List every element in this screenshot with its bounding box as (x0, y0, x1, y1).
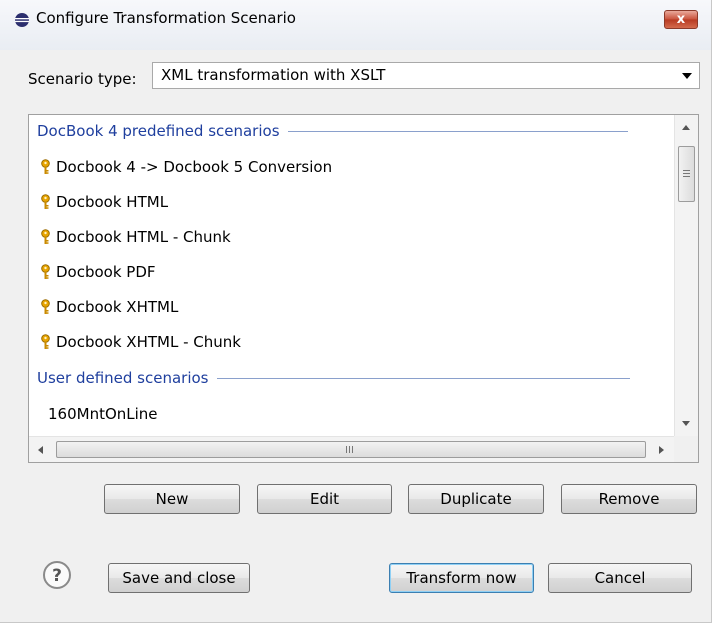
scroll-up-icon[interactable] (682, 125, 690, 130)
grip-line (349, 446, 350, 453)
key-icon (39, 299, 52, 315)
group-divider (216, 377, 630, 379)
scroll-right-icon[interactable] (659, 446, 664, 454)
grip-line (683, 170, 690, 171)
cancel-button[interactable]: Cancel (548, 563, 692, 593)
duplicate-button[interactable]: Duplicate (408, 484, 544, 514)
edit-button[interactable]: Edit (257, 484, 392, 514)
vertical-scroll-thumb[interactable] (678, 146, 695, 202)
help-icon[interactable]: ? (42, 560, 72, 590)
key-icon (39, 334, 52, 350)
save-and-close-button[interactable]: Save and close (108, 563, 250, 593)
list-item[interactable]: Docbook PDF (39, 263, 156, 281)
key-icon (39, 159, 52, 175)
group-divider (287, 130, 628, 132)
eclipse-icon (14, 12, 30, 28)
list-item[interactable]: Docbook 4 -> Docbook 5 Conversion (39, 158, 332, 176)
grip-line (683, 173, 690, 174)
dialog-window: Configure Transformation Scenario x Scen… (0, 0, 712, 623)
list-item[interactable]: 160MntOnLine (48, 405, 158, 423)
close-button[interactable]: x (664, 10, 698, 29)
chevron-down-icon (682, 73, 692, 79)
scenario-type-select[interactable]: XML transformation with XSLT (152, 62, 700, 89)
scenario-type-label: Scenario type: (28, 70, 137, 88)
remove-button[interactable]: Remove (561, 484, 697, 514)
key-icon (39, 264, 52, 280)
scenario-type-value: XML transformation with XSLT (161, 66, 386, 84)
horizontal-scroll-thumb[interactable] (56, 441, 646, 458)
vertical-scrollbar[interactable] (674, 115, 698, 436)
list-item[interactable]: Docbook HTML - Chunk (39, 228, 231, 246)
transform-now-button[interactable]: Transform now (389, 563, 534, 593)
title-bar[interactable]: Configure Transformation Scenario x (0, 0, 711, 50)
window-title: Configure Transformation Scenario (36, 9, 296, 27)
horizontal-scrollbar[interactable] (29, 436, 674, 462)
group-header-user-defined: User defined scenarios (37, 369, 630, 387)
list-item[interactable]: Docbook XHTML (39, 298, 178, 316)
scrollbar-corner (674, 436, 698, 462)
key-icon (39, 194, 52, 210)
svg-text:?: ? (52, 566, 62, 586)
scenario-list[interactable]: DocBook 4 predefined scenarios Docbook 4… (28, 114, 699, 463)
close-icon: x (676, 12, 686, 27)
list-item[interactable]: Docbook HTML (39, 193, 168, 211)
list-item[interactable]: Docbook XHTML - Chunk (39, 333, 241, 351)
new-button[interactable]: New (104, 484, 240, 514)
key-icon (39, 229, 52, 245)
grip-line (683, 176, 690, 177)
scroll-left-icon[interactable] (38, 446, 43, 454)
scroll-down-icon[interactable] (682, 421, 690, 426)
grip-line (352, 446, 353, 453)
group-header-docbook4: DocBook 4 predefined scenarios (37, 122, 628, 140)
grip-line (346, 446, 347, 453)
